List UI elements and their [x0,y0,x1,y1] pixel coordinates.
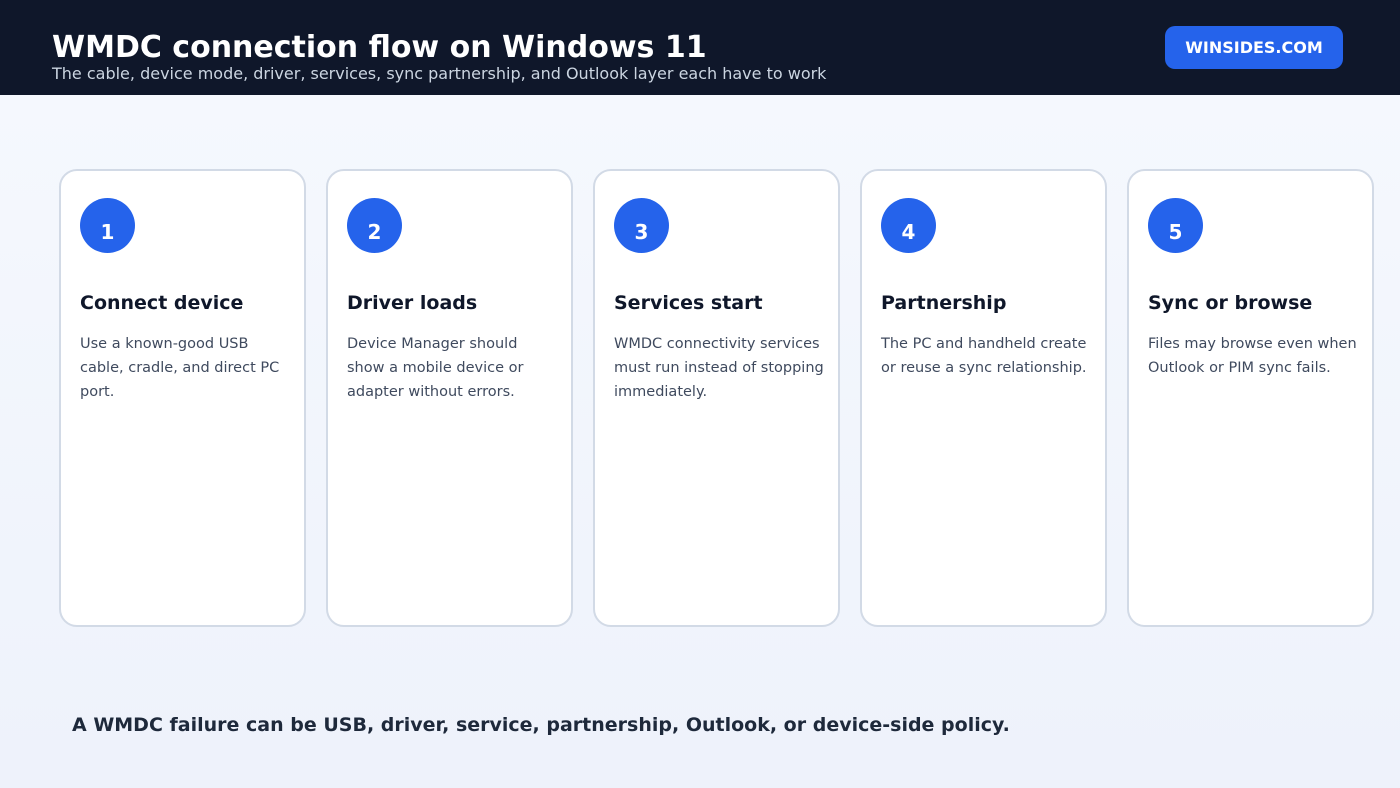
page-subtitle: The cable, device mode, driver, services… [52,64,827,83]
step-title: Connect device [80,292,244,314]
footer-note: A WMDC failure can be USB, driver, servi… [72,714,1010,736]
page-title: WMDC connection flow on Windows 11 [52,30,707,65]
step-description: WMDC connectivity services must run inst… [614,336,824,400]
step-card-connect-device: 1 Connect device Use a known-good USB ca… [59,169,306,627]
step-title: Partnership [881,292,1007,314]
step-card-partnership: 4 Partnership The PC and handheld create… [860,169,1107,627]
step-description: Use a known-good USB cable, cradle, and … [80,336,280,400]
step-flow: 1 Connect device Use a known-good USB ca… [59,169,1374,627]
step-card-sync-or-browse: 5 Sync or browse Files may browse even w… [1127,169,1374,627]
step-title: Sync or browse [1148,292,1313,314]
step-card-services-start: 3 Services start WMDC connectivity servi… [593,169,840,627]
step-number-badge: 2 [347,198,402,253]
header-bar: WMDC connection flow on Windows 11 The c… [0,0,1400,95]
step-description: The PC and handheld create or reuse a sy… [881,336,1087,376]
step-description: Files may browse even when Outlook or PI… [1148,336,1357,376]
step-title: Services start [614,292,763,314]
step-number-badge: 4 [881,198,936,253]
step-title: Driver loads [347,292,478,314]
brand-badge[interactable]: WINSIDES.COM [1165,26,1343,69]
step-number-badge: 5 [1148,198,1203,253]
step-number-badge: 1 [80,198,135,253]
step-card-driver-loads: 2 Driver loads Device Manager should sho… [326,169,573,627]
step-description: Device Manager should show a mobile devi… [347,336,524,400]
step-number-badge: 3 [614,198,669,253]
